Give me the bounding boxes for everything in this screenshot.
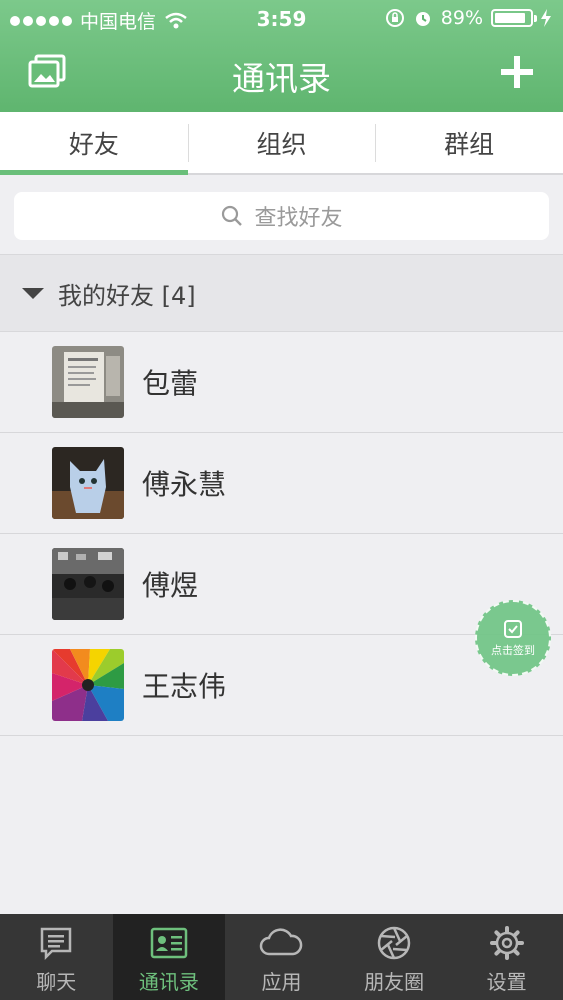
tab-apps-label: 应用 <box>261 970 302 994</box>
tab-groups[interactable]: 群组 <box>375 112 563 173</box>
aperture-icon <box>376 924 412 962</box>
battery-fill <box>495 13 526 23</box>
tab-settings[interactable]: 设置 <box>450 914 563 1000</box>
tab-chat[interactable]: 聊天 <box>0 914 113 1000</box>
charging-icon <box>541 9 551 27</box>
avatar <box>52 447 124 519</box>
tab-moments[interactable]: 朋友圈 <box>338 914 451 1000</box>
chat-icon <box>38 924 74 962</box>
avatar <box>52 649 124 721</box>
battery-icon <box>491 9 537 27</box>
contacts-icon <box>150 924 188 962</box>
contact-name: 王志伟 <box>142 670 227 703</box>
search-area: 查找好友 <box>0 176 563 254</box>
contact-name: 傅永慧 <box>142 468 227 501</box>
status-right: 89% <box>385 7 551 29</box>
status-bar: 中国电信 3:59 89% <box>0 0 563 38</box>
tab-friends-label: 好友 <box>68 129 119 159</box>
bottom-tabbar: 聊天 通讯录 应用 朋友圈 设置 <box>0 914 563 1000</box>
top-header: 中国电信 3:59 89% 通讯录 <box>0 0 563 112</box>
tab-moments-label: 朋友圈 <box>364 970 425 994</box>
page-title: 通讯录 <box>232 59 331 98</box>
contact-list: 包蕾 傅永慧 傅煜 王志伟 <box>0 332 563 736</box>
tab-organization[interactable]: 组织 <box>187 112 376 173</box>
cloud-icon <box>259 924 303 962</box>
group-header-my-friends[interactable]: 我的好友 [4] <box>0 254 563 332</box>
avatar <box>52 548 124 620</box>
contact-row[interactable]: 傅永慧 <box>0 433 563 534</box>
search-input[interactable]: 查找好友 <box>14 192 549 240</box>
contact-name: 傅煜 <box>142 569 199 602</box>
sign-in-floating-button[interactable]: 点击签到 <box>475 600 551 676</box>
battery-percent: 89% <box>440 7 483 29</box>
tab-apps[interactable]: 应用 <box>225 914 338 1000</box>
search-icon <box>222 205 243 226</box>
contact-tabs: 好友 组织 群组 <box>0 112 563 175</box>
tab-contacts[interactable]: 通讯录 <box>112 914 226 1000</box>
search-placeholder: 查找好友 <box>254 206 343 231</box>
tab-friends[interactable]: 好友 <box>0 112 188 175</box>
avatar <box>52 346 124 418</box>
tab-groups-label: 群组 <box>444 129 495 159</box>
contact-name: 包蕾 <box>142 367 199 400</box>
caret-down-icon <box>22 287 44 299</box>
group-title: 我的好友 [4] <box>58 281 196 310</box>
tab-settings-label: 设置 <box>486 970 527 994</box>
tab-organization-label: 组织 <box>256 129 307 159</box>
tab-contacts-label: 通讯录 <box>138 970 199 994</box>
contact-row[interactable]: 包蕾 <box>0 332 563 433</box>
checkbox-icon <box>504 619 522 638</box>
gear-icon <box>489 924 525 962</box>
sign-in-label: 点击签到 <box>491 643 535 657</box>
rotation-lock-icon <box>385 9 404 27</box>
tab-chat-label: 聊天 <box>36 970 77 994</box>
alarm-icon <box>415 12 430 26</box>
plus-icon[interactable] <box>499 54 535 90</box>
